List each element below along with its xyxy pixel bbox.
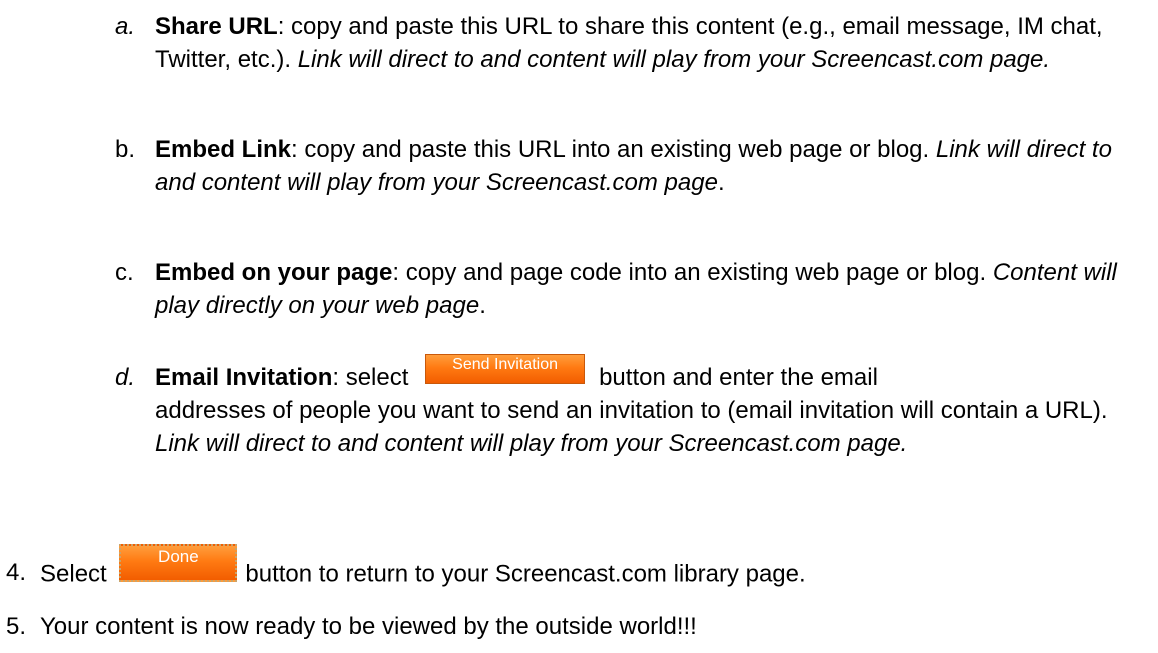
list-marker: c. <box>115 259 134 286</box>
item-note: Link will direct to and content will pla… <box>297 46 1051 73</box>
step-number: 5. <box>6 613 27 640</box>
item-end: . <box>717 169 725 196</box>
term-embed-link: Embed Link <box>155 136 292 163</box>
item-text-post-start: button and enter the email <box>599 364 878 391</box>
list-marker: b. <box>115 136 136 163</box>
term-email-invitation: Email Invitation <box>155 364 333 391</box>
step-number: 4. <box>6 559 27 586</box>
list-item-share-url: a. Share URL: copy and paste this URL to… <box>115 10 1145 76</box>
item-end: . <box>479 292 486 319</box>
list-marker: a. <box>115 13 136 40</box>
list-item-email-invitation: d. Email Invitation: select Send Invitat… <box>115 348 1145 460</box>
email-invitation-first-line: d. Email Invitation: select Send Invitat… <box>115 348 1145 394</box>
item-text-pre: : select <box>332 364 409 391</box>
email-invitation-rest: addresses of people you want to send an … <box>155 394 1145 460</box>
list-marker: d. <box>115 364 136 391</box>
step-text-post: button to return to your Screencast.com … <box>245 560 806 588</box>
list-item-embed-on-page: c. Embed on your page: copy and page cod… <box>115 256 1145 322</box>
step-text: Your content is now ready to be viewed b… <box>40 613 697 640</box>
done-button[interactable]: Done <box>119 544 238 582</box>
term-embed-on-page: Embed on your page <box>155 259 393 286</box>
list-item-embed-link: b. Embed Link: copy and paste this URL i… <box>115 133 1145 199</box>
term-share-url: Share URL <box>155 13 278 40</box>
document-page: a. Share URL: copy and paste this URL to… <box>0 0 1158 653</box>
item-text-post-rest: addresses of people you want to send an … <box>155 397 1108 424</box>
item-text: : copy and page code into an existing we… <box>392 259 987 286</box>
step-text-pre: Select <box>40 560 107 588</box>
item-note: Link will direct to and content will pla… <box>155 430 908 457</box>
item-text: : copy and paste this URL into an existi… <box>291 136 930 163</box>
send-invitation-button[interactable]: Send Invitation <box>425 353 586 384</box>
